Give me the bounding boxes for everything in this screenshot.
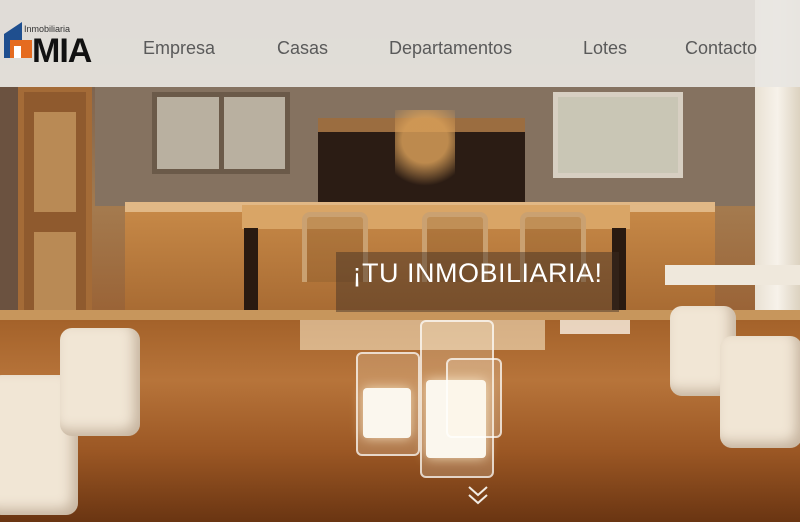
nav-item-departamentos[interactable]: Departamentos	[389, 38, 512, 59]
kitchen-window-right	[553, 92, 683, 178]
flower-vase	[395, 110, 455, 210]
dining-chair	[720, 336, 800, 448]
door-pane	[34, 112, 76, 212]
kids-table	[665, 265, 800, 285]
candle-holder	[446, 358, 502, 438]
logo-big-text: MIA	[32, 32, 92, 70]
dining-chair	[60, 328, 140, 436]
nav-item-empresa[interactable]: Empresa	[143, 38, 215, 59]
nav-item-contacto[interactable]: Contacto	[685, 38, 757, 59]
candle	[363, 388, 411, 438]
kitchen-window-left	[152, 92, 290, 174]
hero-headline: ¡TU INMOBILIARIA!	[352, 258, 603, 288]
site-header: Inmobiliaria MIA Empresa Casas Departame…	[0, 0, 800, 87]
site-logo[interactable]: Inmobiliaria MIA	[2, 16, 94, 72]
table-reflection	[560, 320, 630, 334]
double-chevron-down-icon[interactable]	[466, 484, 490, 506]
nav-item-casas[interactable]: Casas	[277, 38, 328, 59]
nav-item-lotes[interactable]: Lotes	[583, 38, 627, 59]
